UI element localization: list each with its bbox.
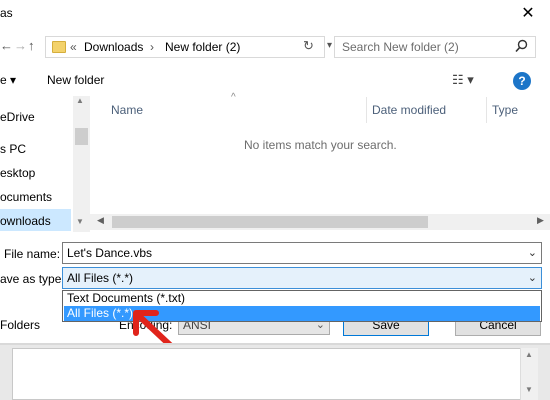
- scroll-up-icon[interactable]: ▲: [525, 350, 533, 359]
- option-text-documents[interactable]: Text Documents (*.txt): [64, 291, 540, 306]
- organize-menu[interactable]: e ▾: [0, 73, 16, 87]
- column-divider[interactable]: [486, 97, 487, 123]
- sidebar-item-onedrive[interactable]: eDrive: [0, 110, 35, 124]
- breadcrumb-overflow[interactable]: «: [70, 40, 77, 54]
- view-options-icon[interactable]: ☷ ▾: [452, 72, 474, 88]
- search-input[interactable]: Search New folder (2): [342, 40, 459, 54]
- scroll-down-icon[interactable]: ▼: [525, 385, 533, 394]
- refresh-icon[interactable]: ↻: [303, 38, 314, 54]
- window-title: as: [0, 6, 13, 20]
- background-editor-area: [12, 348, 538, 400]
- empty-message: No items match your search.: [244, 138, 397, 152]
- sidebar-scrollbar[interactable]: [73, 96, 90, 232]
- search-box[interactable]: Search New folder (2): [334, 36, 536, 58]
- chevron-down-icon[interactable]: ⌄: [528, 246, 537, 259]
- save-type-value[interactable]: All Files (*.*): [67, 271, 133, 285]
- sidebar-item-documents[interactable]: ocuments: [0, 190, 52, 204]
- close-icon[interactable]: ✕: [518, 4, 538, 24]
- breadcrumb-downloads[interactable]: Downloads: [84, 40, 143, 54]
- forward-button[interactable]: →: [14, 38, 27, 53]
- save-type-select[interactable]: All Files (*.*) ⌄: [62, 267, 542, 289]
- column-name[interactable]: Name: [111, 103, 143, 117]
- scroll-right-icon[interactable]: ▶: [537, 215, 544, 226]
- title-bar: [0, 0, 550, 30]
- scroll-left-icon[interactable]: ◀: [97, 215, 104, 226]
- chevron-down-icon[interactable]: ⌄: [528, 271, 537, 284]
- scroll-down-icon[interactable]: ▼: [76, 217, 84, 226]
- breadcrumb-separator: ›: [150, 40, 154, 54]
- sort-caret-icon: ^: [231, 92, 236, 103]
- sidebar-item-this-pc[interactable]: s PC: [0, 142, 26, 156]
- address-dropdown-icon[interactable]: ▾: [327, 40, 332, 51]
- new-folder-button[interactable]: New folder: [47, 73, 104, 87]
- hide-folders-toggle[interactable]: Folders: [0, 318, 40, 332]
- sidebar-item-desktop[interactable]: esktop: [0, 166, 35, 180]
- file-name-value[interactable]: Let's Dance.vbs: [67, 246, 152, 260]
- address-bar[interactable]: « Downloads › New folder (2) ▾: [45, 36, 332, 58]
- scroll-up-icon[interactable]: ▲: [76, 96, 84, 105]
- folder-icon: [52, 41, 66, 53]
- column-date-modified[interactable]: Date modified: [372, 103, 446, 117]
- sidebar-scroll-thumb[interactable]: [75, 128, 88, 145]
- horizontal-scroll-thumb[interactable]: [112, 216, 428, 228]
- save-type-label: ave as type:: [0, 272, 65, 286]
- column-divider[interactable]: [366, 97, 367, 123]
- back-button[interactable]: ←: [0, 38, 13, 53]
- search-icon: [515, 39, 528, 56]
- file-name-label: File name:: [4, 247, 61, 261]
- help-icon[interactable]: ?: [513, 72, 531, 90]
- breadcrumb-new-folder[interactable]: New folder (2): [165, 40, 240, 54]
- up-button[interactable]: ↑: [28, 38, 35, 53]
- column-type[interactable]: Type: [492, 103, 518, 117]
- file-name-field[interactable]: Let's Dance.vbs ⌄: [62, 242, 542, 264]
- sidebar-item-downloads[interactable]: ownloads: [0, 209, 71, 231]
